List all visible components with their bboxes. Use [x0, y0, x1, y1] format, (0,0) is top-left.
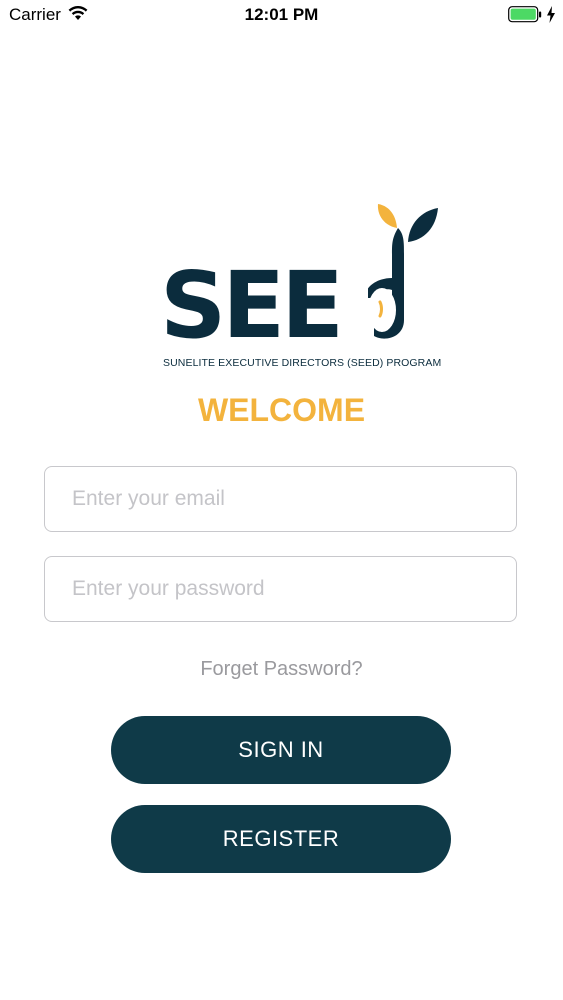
status-bar: Carrier 12:01 PM — [0, 0, 563, 30]
register-button[interactable]: REGISTER — [111, 805, 451, 873]
lightning-bolt-icon — [546, 6, 556, 28]
clock-time: 12:01 PM — [244, 5, 319, 24]
forgot-password-link[interactable]: Forget Password? — [0, 658, 563, 681]
battery-full-icon — [508, 6, 542, 28]
sign-in-button[interactable]: SIGN IN — [111, 716, 451, 784]
email-input[interactable] — [45, 467, 516, 531]
logo-subtitle: SUNELITE EXECUTIVE DIRECTORS (SEED) PROG… — [163, 357, 442, 369]
password-input[interactable] — [45, 557, 516, 621]
welcome-heading: WELCOME — [197, 392, 366, 428]
seed-sprout-logo-icon — [368, 204, 438, 339]
seed-logo: SEE SUNELITE EXECUTIVE DIRECTORS (SEED) … — [160, 202, 442, 372]
password-field[interactable] — [44, 556, 517, 622]
email-field[interactable] — [44, 466, 517, 532]
logo-wordmark: SEE — [160, 252, 344, 359]
